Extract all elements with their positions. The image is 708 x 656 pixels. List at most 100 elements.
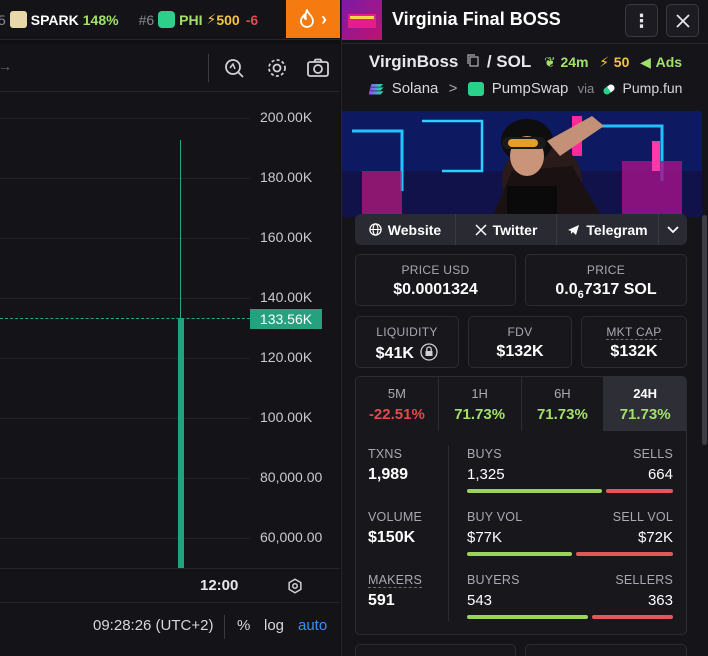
percent-toggle[interactable]: % [237, 617, 250, 634]
fdv-label: FDV [507, 325, 533, 339]
pill-icon [602, 82, 617, 96]
liquidity-card: LIQUIDITY $41K [355, 316, 459, 368]
panel-scrollbar[interactable] [702, 215, 707, 445]
globe-icon [369, 223, 382, 236]
quote-symbol: SOL [496, 52, 532, 71]
bolt-icon: ⚡ [206, 11, 217, 27]
fdv-card: FDV $132K [468, 316, 572, 368]
launchpad-name[interactable]: Pump.fun [623, 80, 683, 96]
arrow-right-icon: → [0, 58, 12, 74]
kebab-icon: ⋮ [632, 10, 651, 31]
megaphone-icon: ◀ [640, 54, 651, 70]
buyers-bar-fill [467, 615, 588, 619]
sprout-icon: ❦ [543, 54, 556, 70]
ads-badge[interactable]: Ads [656, 54, 682, 70]
sells-label: SELLS [633, 447, 673, 461]
buy-vol-bar-fill [467, 552, 572, 556]
more-options-button[interactable]: ⋮ [625, 4, 658, 37]
auto-toggle[interactable]: auto [298, 617, 327, 634]
close-button[interactable] [666, 4, 699, 37]
price-native-prefix: 0.0 [555, 281, 578, 298]
tab-5m[interactable]: 5M -22.51% [356, 377, 439, 431]
buyvol-sellvol-stat: BUY VOL SELL VOL $77K $72K [467, 510, 673, 556]
ticker-change: 148% [82, 11, 119, 28]
trending-button[interactable]: › [286, 0, 340, 38]
action-card-right[interactable] [525, 644, 687, 656]
pumpswap-icon [467, 82, 484, 97]
bolt-icon: ⚡ [599, 54, 610, 70]
twitter-link[interactable]: Twitter [456, 214, 557, 245]
sellers-value: 363 [647, 592, 673, 609]
website-link[interactable]: Website [355, 214, 456, 245]
chevron-right-icon: › [321, 8, 327, 29]
volume-label: VOLUME [368, 510, 422, 524]
sellers-bar-fill [592, 615, 673, 619]
price-usd-value: $0.0001324 [393, 281, 478, 298]
stats-divider [448, 445, 449, 621]
price-native-label: PRICE [586, 263, 626, 277]
token-panel: Virginia Final BOSS ⋮ VirginBoss / SOL ❦… [341, 0, 708, 656]
tab-change: 71.73% [619, 406, 671, 423]
close-icon [675, 13, 690, 28]
grid-line [0, 358, 250, 359]
tab-label: 5M [387, 386, 406, 401]
current-price-tag: 133.56K [250, 309, 322, 329]
mktcap-label: MKT CAP [606, 325, 662, 340]
website-label: Website [387, 221, 442, 238]
x-logo-icon [475, 223, 487, 236]
liquidity-label: LIQUIDITY [376, 325, 438, 339]
time-axis: 12:00 [0, 568, 340, 602]
telegram-link[interactable]: Telegram [557, 214, 659, 245]
makers-label: MAKERS [368, 573, 422, 588]
price-native-card: PRICE 0.067317 SOL [525, 254, 687, 306]
timeframe-tabs: 5M -22.51% 1H 71.73% 6H 71.73% 24H 71.73… [355, 376, 687, 432]
tab-label: 1H [471, 386, 488, 401]
telegram-label: Telegram [586, 221, 648, 238]
y-axis-label: 100.00K [260, 409, 313, 425]
ticker-rank: #6 [138, 11, 155, 28]
gear-icon[interactable] [265, 56, 289, 80]
trade-stats: TXNS 1,989 VOLUME $150K MAKERS 591 BUYS … [355, 431, 687, 635]
pair-separator: / [486, 52, 492, 71]
price-native-rest: 7317 SOL [583, 281, 657, 298]
token-banner-image [342, 111, 702, 217]
candle-body[interactable] [178, 318, 184, 568]
tab-24h[interactable]: 24H 71.73% [604, 377, 686, 431]
action-card-left[interactable] [355, 644, 516, 656]
more-links-button[interactable] [659, 214, 687, 245]
y-axis-label: 180.00K [260, 169, 313, 185]
fire-icon [300, 9, 314, 28]
buy-vol-label: BUY VOL [467, 510, 523, 524]
tab-6h[interactable]: 6H 71.73% [521, 377, 605, 431]
log-toggle[interactable]: log [264, 617, 284, 634]
pair-age: 24m [560, 54, 589, 70]
sellers-label: SELLERS [615, 573, 673, 587]
sells-bar-fill [606, 489, 673, 493]
camera-icon[interactable] [306, 56, 330, 80]
chart-footer: 09:28:26 (UTC+2) % log auto [0, 602, 340, 656]
price-chart[interactable]: 200.00K 180.00K 160.00K 140.00K 120.00K … [0, 92, 340, 568]
x-axis-label: 12:00 [200, 577, 239, 594]
price-usd-label: PRICE USD [401, 263, 470, 277]
tab-1h[interactable]: 1H 71.73% [438, 377, 522, 431]
y-axis-label: 200.00K [260, 109, 313, 125]
volume-stat: VOLUME $150K [368, 510, 422, 547]
footer-divider [224, 615, 225, 639]
copy-icon[interactable] [467, 54, 479, 67]
ticker-name[interactable]: PHI [179, 12, 202, 28]
tab-change: 71.73% [536, 406, 588, 423]
buys-label: BUYS [467, 447, 502, 461]
search-price-icon[interactable] [222, 56, 246, 80]
y-axis-label: 120.00K [260, 349, 313, 365]
ticker-name[interactable]: SPARK [31, 12, 79, 28]
chain-name[interactable]: Solana [392, 80, 439, 97]
gear-icon[interactable] [286, 577, 304, 595]
base-symbol: VirginBoss [368, 52, 459, 71]
lock-icon[interactable] [420, 343, 438, 361]
tab-change: 71.73% [454, 406, 506, 423]
grid-line [0, 298, 250, 299]
buys-sells-bar [467, 489, 673, 493]
current-price-line [0, 318, 250, 319]
price-usd-card: PRICE USD $0.0001324 [355, 254, 516, 306]
dex-name[interactable]: PumpSwap [492, 80, 569, 97]
